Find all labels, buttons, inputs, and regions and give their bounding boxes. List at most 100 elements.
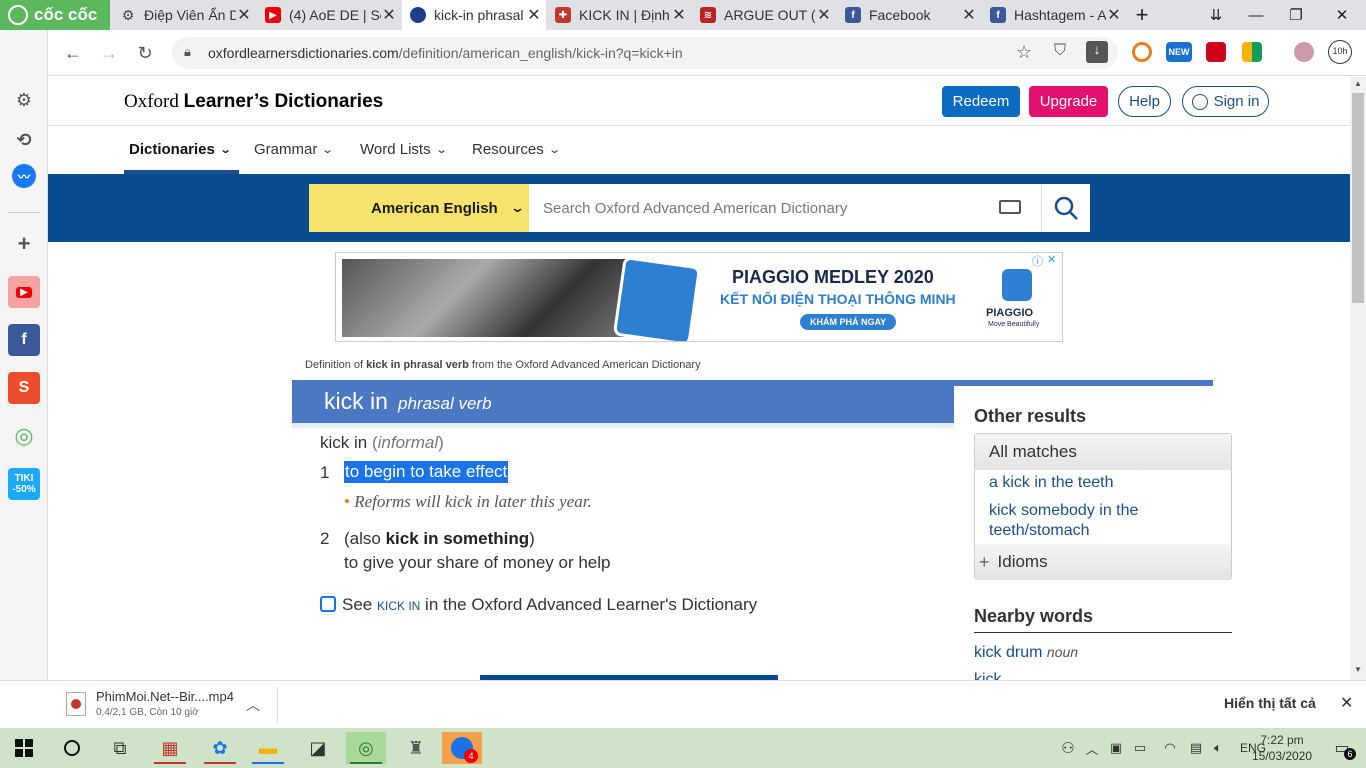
tab-7[interactable]: f Hashtagem - A ✕: [982, 0, 1126, 30]
tiki-icon[interactable]: TIKI -50%: [8, 468, 40, 500]
tab-5[interactable]: ≋ ARGUE OUT (p ✕: [692, 0, 836, 30]
grid-ext-icon[interactable]: [1242, 42, 1262, 62]
forward-button[interactable]: →: [96, 40, 122, 66]
app-icon[interactable]: ✿: [200, 732, 240, 764]
close-icon[interactable]: ✕: [671, 5, 687, 25]
idioms-header[interactable]: + Idioms: [975, 544, 1231, 580]
settings-icon[interactable]: ⚙: [8, 84, 40, 116]
coccoc-green-icon[interactable]: ◎: [8, 420, 40, 452]
shopee-icon[interactable]: S: [8, 372, 40, 404]
close-icon[interactable]: ✕: [526, 5, 542, 25]
address-bar[interactable]: 🔒︎ oxfordlearnersdictionaries.com/defini…: [172, 37, 1118, 69]
close-icon[interactable]: ✕: [816, 5, 832, 25]
add-icon[interactable]: +: [8, 228, 40, 260]
nearby-item[interactable]: kick drum noun: [974, 644, 1078, 662]
messenger-icon[interactable]: 〰: [12, 164, 36, 188]
volume-icon[interactable]: 🔈︎: [1206, 732, 1230, 764]
download-item[interactable]: PhimMoi.Net--Bir....mp4 0,4/2,1 GB, Còn …: [96, 689, 266, 718]
see-link[interactable]: KICK IN: [377, 599, 420, 613]
timer-icon[interactable]: 10h: [1328, 40, 1352, 64]
battery-icon[interactable]: ▭: [1128, 732, 1152, 764]
file-explorer-icon[interactable]: ▬: [248, 732, 288, 764]
tab-2[interactable]: ▶ (4) AoE DE | So ✕: [257, 0, 401, 30]
ad-cta-button[interactable]: KHÁM PHÁ NGAY: [800, 314, 897, 330]
app-icon[interactable]: ♜: [396, 732, 436, 764]
zalo-icon[interactable]: 4: [442, 732, 482, 764]
tab-3-active[interactable]: kick-in phrasal ✕: [402, 0, 546, 30]
upgrade-button[interactable]: Upgrade: [1029, 86, 1108, 117]
back-button[interactable]: ←: [60, 40, 86, 66]
taskbar: ⧉ ▦ ✿ ▬ ◪ ◎ ♜ 4 ⚇ ︿ ▣ ▭ ◠ ▤ 🔈︎ ENG 7:22 …: [0, 728, 1366, 768]
shield-icon[interactable]: ⛉: [1054, 42, 1066, 60]
search-button[interactable]: [1041, 184, 1090, 232]
youtube-icon[interactable]: ▶: [8, 276, 40, 308]
chevron-up-icon[interactable]: ︿: [246, 695, 260, 715]
redeem-button[interactable]: Redeem: [942, 86, 1020, 117]
page-scrollbar[interactable]: ▲ ▼: [1350, 77, 1366, 680]
external-link-icon[interactable]: [320, 596, 336, 612]
nav-word-lists[interactable]: Word Lists ⌄: [360, 141, 448, 158]
close-icon[interactable]: ✕: [961, 5, 977, 25]
facebook-icon[interactable]: f: [8, 324, 40, 356]
sense-1-definition[interactable]: to begin to take effect: [344, 461, 509, 483]
match-link[interactable]: kick somebody in the teeth/stomach: [989, 501, 1209, 541]
chevron-up-icon[interactable]: ︿: [1080, 732, 1104, 764]
tab-6[interactable]: f Facebook ✕: [837, 0, 981, 30]
search-input[interactable]: Search Oxford Advanced American Dictiona…: [529, 184, 1041, 232]
clock[interactable]: 7:22 pm 15/03/2020: [1250, 732, 1314, 764]
ad-close-icon[interactable]: ✕: [1047, 253, 1061, 267]
star-icon[interactable]: ☆: [1016, 42, 1032, 63]
notification-center-icon[interactable]: ▭ 6: [1322, 732, 1362, 764]
all-matches-header[interactable]: All matches: [975, 434, 1231, 470]
site-logo[interactable]: Oxford Learner’s Dictionaries: [124, 91, 383, 113]
nav-dictionaries[interactable]: Dictionaries ⌄: [129, 141, 232, 158]
match-link[interactable]: a kick in the teeth: [989, 474, 1114, 492]
show-all-button[interactable]: Hiển thị tất cả: [1224, 695, 1316, 711]
windows-start-icon[interactable]: [4, 732, 44, 764]
minimize-button[interactable]: —: [1236, 0, 1276, 30]
keyboard-icon[interactable]: [999, 200, 1021, 214]
download-filename: PhimMoi.Net--Bir....mp4: [96, 689, 234, 704]
close-icon[interactable]: ✕: [236, 5, 252, 25]
task-view-icon[interactable]: ⧉: [100, 732, 140, 764]
download-divider: [277, 687, 278, 723]
language-select[interactable]: American English ⌄: [309, 184, 529, 232]
search-icon[interactable]: [52, 732, 92, 764]
coccoc-brand[interactable]: cốc cốc: [0, 0, 110, 30]
wifi-icon[interactable]: ◠: [1158, 732, 1182, 764]
coccoc-ext-icon[interactable]: [1132, 42, 1152, 62]
tab-4[interactable]: ✚ KICK IN | Định ✕: [547, 0, 691, 30]
matches-box: All matches a kick in the teeth kick som…: [974, 433, 1232, 580]
tray-icon[interactable]: ▣: [1104, 732, 1128, 764]
ad-info-icon[interactable]: ⓘ: [1032, 253, 1046, 268]
close-icon[interactable]: ✕: [1106, 5, 1122, 25]
help-button[interactable]: Help: [1118, 86, 1171, 117]
nav-grammar[interactable]: Grammar ⌄: [254, 141, 334, 158]
signin-button[interactable]: Sign in: [1182, 86, 1269, 117]
download-icon[interactable]: ↓: [1086, 41, 1108, 63]
printer-icon[interactable]: ▤: [1184, 732, 1208, 764]
tab-1[interactable]: ⚙ Điệp Viên Ẩn D ✕: [112, 0, 256, 30]
nearby-item[interactable]: kick: [974, 671, 1002, 680]
reload-button[interactable]: ↻: [132, 40, 158, 66]
app-icon[interactable]: ◪: [298, 732, 338, 764]
advertisement-banner[interactable]: PIAGGIO MEDLEY 2020 KẾT NỐI ĐIỆN THOẠI T…: [335, 252, 1063, 342]
url-text[interactable]: oxfordlearnersdictionaries.com/definitio…: [208, 45, 683, 61]
scrollbar-thumb[interactable]: [1352, 93, 1364, 303]
scroll-up-icon[interactable]: ▲: [1354, 79, 1362, 88]
close-icon[interactable]: ✕: [381, 5, 397, 25]
maximize-button[interactable]: ❐: [1276, 0, 1316, 30]
history-icon[interactable]: ⟲: [8, 124, 40, 156]
nav-resources[interactable]: Resources ⌄: [472, 141, 561, 158]
app-icon[interactable]: ▦: [150, 732, 190, 764]
tab-search-icon[interactable]: ⇊: [1196, 0, 1236, 30]
new-tab-button[interactable]: +: [1122, 0, 1162, 30]
coccoc-taskbar-icon[interactable]: ◎: [346, 732, 386, 764]
red-ext-icon[interactable]: [1206, 42, 1226, 62]
avatar[interactable]: [1294, 42, 1314, 62]
new-ext-icon[interactable]: NEW: [1166, 42, 1192, 62]
close-icon[interactable]: ✕: [1340, 693, 1353, 713]
notification-badge: 4: [464, 749, 478, 763]
scroll-down-icon[interactable]: ▼: [1354, 665, 1362, 674]
close-window-button[interactable]: ✕: [1322, 0, 1362, 30]
